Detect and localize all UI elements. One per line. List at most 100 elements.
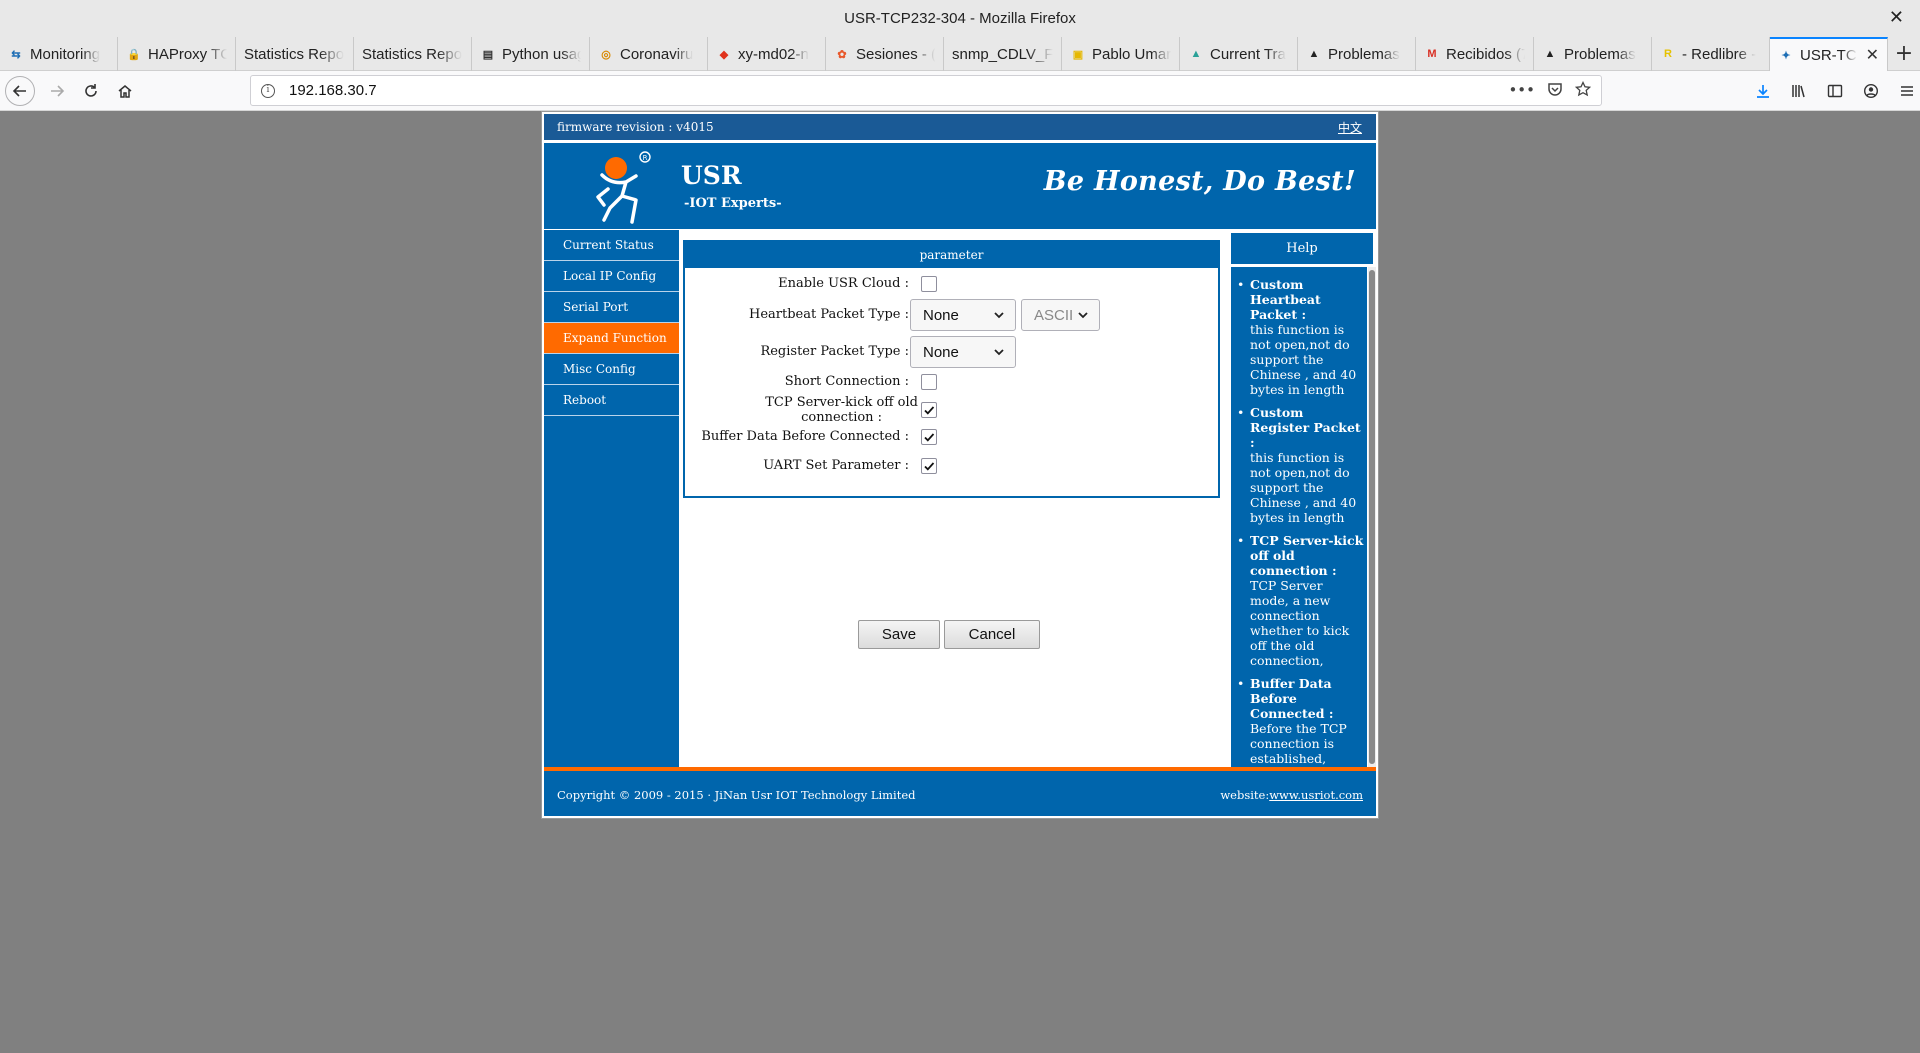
browser-tab[interactable]: 🔒 HAProxy TC xyxy=(118,37,236,71)
kick-off-label-line1: TCP Server-kick off old xyxy=(765,395,918,410)
bookmark-star-icon[interactable] xyxy=(1575,81,1591,97)
help-item-title: Custom Register Packet : xyxy=(1250,405,1361,450)
website-info: website:www.usriot.com xyxy=(1220,788,1363,802)
menu-button[interactable] xyxy=(1894,75,1920,107)
help-scrollbar[interactable] xyxy=(1368,267,1376,767)
help-item: Custom Heartbeat Packet :this function i… xyxy=(1231,277,1365,397)
browser-tab[interactable]: ⇆ Monitoring xyxy=(0,37,118,71)
browser-tab[interactable]: R - Redlibre - xyxy=(1652,37,1770,71)
browser-tab[interactable]: ◆ xy-md02-n xyxy=(708,37,826,71)
back-button[interactable] xyxy=(5,75,35,106)
browser-tab[interactable]: M Recibidos (7 xyxy=(1416,37,1534,71)
help-panel: Help Custom Heartbeat Packet : this funct… xyxy=(1228,230,1376,767)
heartbeat-type-label: Heartbeat Packet Type : xyxy=(748,307,909,322)
browser-tab[interactable]: ▲ Problemas xyxy=(1298,37,1416,71)
browser-tab[interactable]: ▣ Pablo Umar xyxy=(1062,37,1180,71)
reload-icon xyxy=(85,83,97,97)
library-icon xyxy=(1792,85,1805,98)
warning-icon: ▲ xyxy=(1544,48,1556,60)
short-connection-checkbox[interactable] xyxy=(921,374,937,390)
enable-cloud-checkbox[interactable] xyxy=(921,276,937,292)
nav-current-status[interactable]: Current Status xyxy=(544,230,679,261)
contact-icon: ▣ xyxy=(1072,48,1084,61)
nav-label: Expand Function xyxy=(563,331,667,345)
tab-label: USR-TC xyxy=(1800,46,1857,64)
help-item-text: this function is not open,not do support… xyxy=(1250,450,1357,525)
chevron-down-icon xyxy=(994,349,1004,356)
help-item-title: TCP Server-kick off old connection : xyxy=(1250,533,1364,578)
help-body[interactable]: Custom Heartbeat Packet : this function i… xyxy=(1231,267,1367,767)
aliexpress-icon: ◆ xyxy=(719,48,729,61)
checkmark-icon xyxy=(924,433,935,442)
footer: Copyright © 2009 - 2015 · JiNan Usr IOT … xyxy=(544,767,1376,816)
browser-tab[interactable]: ✦ USR-TC ✕ xyxy=(1770,37,1888,71)
register-row: Register Packet Type : None xyxy=(685,335,1218,369)
nav-expand-function[interactable]: Expand Function xyxy=(544,323,679,354)
browser-tab[interactable]: ✿ Sesiones - ( xyxy=(826,37,944,71)
home-button[interactable] xyxy=(109,75,141,107)
tab-label: Coronaviru xyxy=(620,45,694,63)
window-close-icon[interactable]: ✕ xyxy=(1889,7,1904,28)
navigation-toolbar: i 192.168.30.7 ••• xyxy=(0,71,1920,111)
browser-tab[interactable]: ▤ Python usag xyxy=(472,37,590,71)
uart-param-label: UART Set Parameter : xyxy=(763,458,909,473)
new-tab-button[interactable]: + xyxy=(1888,37,1920,70)
buffer-data-checkbox[interactable] xyxy=(921,429,937,445)
device-page: firmware revision : v4015 中文 R USR -IOT … xyxy=(541,111,1379,819)
reload-button[interactable] xyxy=(75,75,107,107)
heartbeat-format-select[interactable]: ASCII xyxy=(1021,299,1100,331)
help-title: Help xyxy=(1231,233,1373,264)
chevron-down-icon xyxy=(1078,312,1088,319)
help-item-title: Buffer Data Before Connected : xyxy=(1250,676,1334,721)
traffic-icon: ▲ xyxy=(1190,48,1202,60)
cancel-button[interactable]: Cancel xyxy=(944,620,1040,649)
firmware-revision: firmware revision : v4015 xyxy=(557,120,714,134)
sidebar-button[interactable] xyxy=(1822,75,1848,107)
browser-tab[interactable]: Statistics Repo xyxy=(354,37,472,71)
nav-reboot[interactable]: Reboot xyxy=(544,385,679,416)
library-button[interactable] xyxy=(1786,75,1812,107)
website-link[interactable]: www.usriot.com xyxy=(1269,788,1363,802)
account-button[interactable] xyxy=(1858,75,1884,107)
home-icon xyxy=(118,84,132,98)
url-bar[interactable]: i 192.168.30.7 ••• xyxy=(250,75,1602,106)
forward-button[interactable] xyxy=(41,75,73,107)
download-icon xyxy=(1757,85,1769,98)
tab-close-icon[interactable]: ✕ xyxy=(1866,45,1879,65)
nav-misc-config[interactable]: Misc Config xyxy=(544,354,679,385)
help-item-title: Custom Heartbeat Packet : xyxy=(1250,277,1321,322)
svg-text:R: R xyxy=(643,154,648,162)
sidebar-icon xyxy=(1827,84,1843,98)
window-titlebar: USR-TCP232-304 - Mozilla Firefox ✕ xyxy=(0,0,1920,37)
browser-tab[interactable]: snmp_CDLV_F xyxy=(944,37,1062,71)
save-button[interactable]: Save xyxy=(858,620,940,649)
chevron-down-icon xyxy=(994,312,1004,319)
nav-serial-port[interactable]: Serial Port xyxy=(544,292,679,323)
tab-label: Problemas xyxy=(1328,45,1400,63)
browser-tab[interactable]: ▲ Problemas xyxy=(1534,37,1652,71)
back-arrow-icon xyxy=(12,84,26,97)
browser-tab[interactable]: Statistics Repo xyxy=(236,37,354,71)
uart-param-checkbox[interactable] xyxy=(921,458,937,474)
browser-tab[interactable]: ◎ Coronaviru xyxy=(590,37,708,71)
kick-off-checkbox[interactable] xyxy=(921,402,937,418)
pocket-icon[interactable] xyxy=(1547,81,1563,97)
nav-label: Misc Config xyxy=(563,362,636,376)
nav-local-ip-config[interactable]: Local IP Config xyxy=(544,261,679,292)
heartbeat-type-select[interactable]: None xyxy=(910,299,1016,331)
browser-tab[interactable]: ▲ Current Tra xyxy=(1180,37,1298,71)
page-actions-icon[interactable]: ••• xyxy=(1508,81,1535,99)
help-list: Custom Heartbeat Packet : this function i… xyxy=(1231,277,1365,767)
site-info-icon[interactable]: i xyxy=(261,83,275,98)
register-type-select[interactable]: None xyxy=(910,336,1016,368)
help-scrollbar-thumb[interactable] xyxy=(1369,270,1375,764)
kick-off-label-line2: connection : xyxy=(801,410,883,425)
language-link[interactable]: 中文 xyxy=(1338,119,1362,136)
brand-name: USR xyxy=(681,161,742,190)
account-icon xyxy=(1863,83,1879,99)
url-text[interactable]: 192.168.30.7 xyxy=(289,82,377,99)
heartbeat-row: Heartbeat Packet Type : None ASCII xyxy=(685,298,1218,332)
main-content: parameter Enable USR Cloud : Heartbeat P… xyxy=(679,230,1228,767)
kick-off-row: TCP Server-kick off old connection : xyxy=(685,394,1218,428)
downloads-button[interactable] xyxy=(1750,75,1776,107)
